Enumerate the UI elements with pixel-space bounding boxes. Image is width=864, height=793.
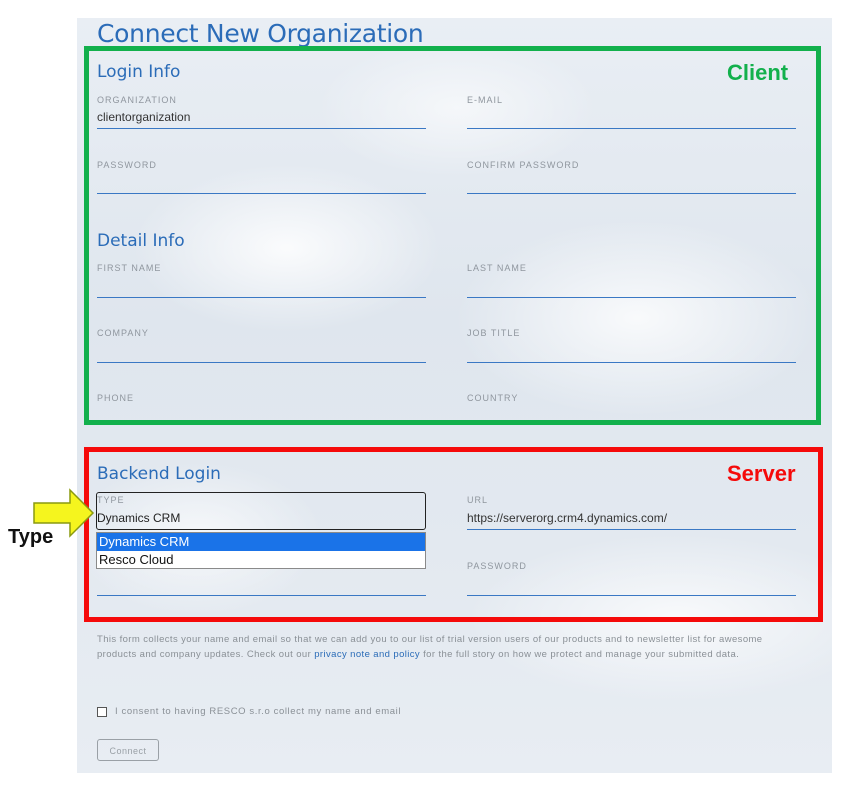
page-title: Connect New Organization bbox=[97, 19, 424, 48]
client-annotation: Client bbox=[727, 60, 789, 85]
privacy-notice-text-end: for the full story on how we protect and… bbox=[420, 649, 740, 660]
consent-checkbox[interactable] bbox=[97, 706, 107, 717]
connect-button[interactable]: Connect bbox=[97, 739, 159, 761]
privacy-policy-link[interactable]: privacy note and policy bbox=[314, 649, 420, 660]
type-annotation: Type bbox=[8, 526, 54, 548]
consent-label: I consent to having RESCO s.r.o collect … bbox=[115, 706, 402, 717]
server-highlight-box bbox=[84, 447, 823, 622]
server-annotation: Server bbox=[727, 461, 796, 486]
privacy-notice: This form collects your name and email s… bbox=[97, 632, 797, 662]
client-highlight-box bbox=[84, 46, 821, 425]
consent-row: I consent to having RESCO s.r.o collect … bbox=[97, 706, 401, 717]
